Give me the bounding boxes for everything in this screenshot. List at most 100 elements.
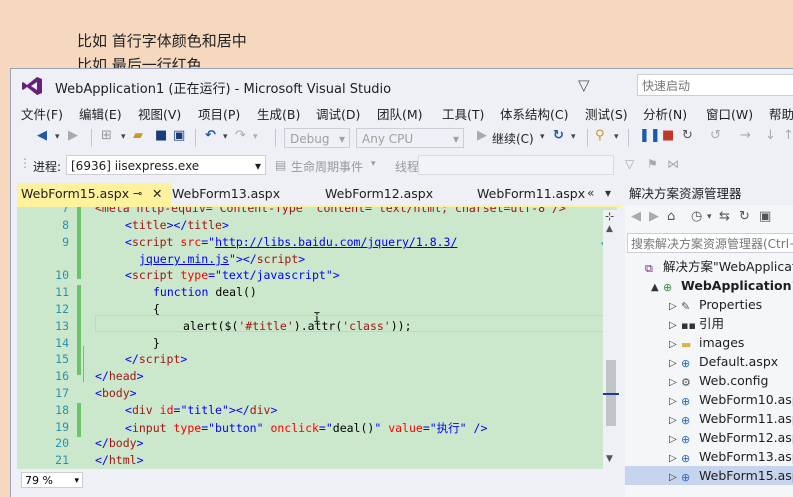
tab-webform11[interactable]: WebForm11.aspx xyxy=(477,183,585,205)
code-line-9-wrap: jquery.min.js"></script> xyxy=(139,252,306,266)
solution-tree-item[interactable]: ▷ ⚙ Web.config xyxy=(669,371,768,390)
refresh-icon[interactable]: ↻ xyxy=(739,209,750,224)
tab-webform12[interactable]: WebForm12.aspx xyxy=(325,183,433,205)
back-icon[interactable]: ◀ xyxy=(37,128,47,143)
continue-button[interactable]: 继续(C) xyxy=(492,130,534,147)
menu-file[interactable]: 文件(F) xyxy=(21,104,63,123)
new-dropdown-icon[interactable]: ▾ xyxy=(121,132,126,142)
forward-icon[interactable]: ▶ xyxy=(68,128,78,143)
platform-dropdown[interactable]: Any CPU ▾ xyxy=(356,128,464,148)
close-icon[interactable]: ✕ xyxy=(152,183,162,205)
step-over-icon[interactable]: ↓ xyxy=(765,128,776,143)
save-all-icon[interactable]: ▣ xyxy=(173,128,185,143)
step-into-icon[interactable]: → xyxy=(740,128,751,143)
solution-tree-item[interactable]: ⧉ 解决方案"WebApplicatio xyxy=(633,257,793,276)
solution-tree-item[interactable]: ▷⊕WebForm12.aspx xyxy=(669,428,793,447)
toolbar-grip-icon: ⋮ xyxy=(19,156,31,170)
zoom-dropdown[interactable]: 79 % ▾ xyxy=(21,472,83,488)
menu-project[interactable]: 项目(P) xyxy=(198,104,240,123)
pin-icon[interactable]: ⊸ xyxy=(133,183,142,205)
solution-search-input[interactable]: 搜索解决方案资源管理器(Ctrl+;) xyxy=(627,233,793,253)
feedback-filter-icon[interactable]: ▽ xyxy=(578,76,590,94)
history-icon[interactable]: ◷ xyxy=(691,209,702,224)
redo-dropdown-icon[interactable]: ▾ xyxy=(253,132,258,142)
back-dropdown-icon[interactable]: ▾ xyxy=(55,132,60,142)
continue-dropdown-icon[interactable]: ▾ xyxy=(540,132,545,142)
solution-tree-item[interactable]: ▷ ⊕ Default.aspx xyxy=(669,352,778,371)
collapsed-arrow-icon[interactable]: ▷ xyxy=(669,468,681,487)
solution-tree-item[interactable]: ▷ ▪▪ 引用 xyxy=(669,314,724,333)
back-icon[interactable]: ◀ xyxy=(631,209,641,224)
process-dropdown[interactable]: [6936] iisexpress.exe ▾ xyxy=(66,155,266,175)
change-marker xyxy=(77,207,81,279)
menu-analyze[interactable]: 分析(N) xyxy=(643,104,687,123)
menu-debug[interactable]: 调试(D) xyxy=(316,104,360,123)
lifecycle-dropdown-icon[interactable]: ▾ xyxy=(371,159,376,169)
solution-tree-item[interactable]: ▷⊕WebForm10.aspx xyxy=(669,390,793,409)
stop-icon[interactable]: ■ xyxy=(662,128,674,143)
split-icon[interactable]: ⊹ xyxy=(605,210,614,223)
solution-tree-item-label: Properties xyxy=(699,297,763,312)
scroll-up-icon[interactable]: ▲ xyxy=(606,224,613,234)
redo-icon[interactable]: ↷ xyxy=(235,128,246,143)
solution-tree-item[interactable]: ▲ ⊕ WebApplication1 xyxy=(651,276,793,295)
menu-team[interactable]: 团队(M) xyxy=(377,104,423,123)
forward-icon[interactable]: ▶ xyxy=(649,209,659,224)
save-icon[interactable]: ■ xyxy=(155,128,167,143)
chevron-down-icon: ▾ xyxy=(338,132,345,146)
quick-launch-input[interactable]: 快速启动 xyxy=(637,74,793,96)
solution-tree-item[interactable]: ▷⊕WebForm13.aspx xyxy=(669,447,793,466)
collapse-all-icon[interactable]: ▣ xyxy=(759,209,771,224)
home-icon[interactable]: ⌂ xyxy=(667,209,675,224)
undo-dropdown-icon[interactable]: ▾ xyxy=(223,132,228,142)
new-project-icon[interactable]: ⊞ xyxy=(101,128,112,143)
continue-icon[interactable]: ▶ xyxy=(477,128,487,143)
step-out-icon[interactable]: ↑ xyxy=(783,128,793,143)
lifecycle-events-button[interactable]: 生命周期事件 xyxy=(291,158,363,175)
aspx-file-icon: ⊕ xyxy=(681,414,691,427)
pause-icon[interactable]: ❚❚ xyxy=(639,128,661,143)
menu-window[interactable]: 窗口(W) xyxy=(706,104,753,123)
config-dropdown[interactable]: Debug ▾ xyxy=(284,128,350,148)
line-number: 15 xyxy=(55,352,69,366)
stack-frame-icon[interactable]: ⋈ xyxy=(667,157,679,171)
expanded-arrow-icon[interactable]: ▲ xyxy=(651,278,663,297)
sync-icon[interactable]: ⇆ xyxy=(719,209,730,224)
solution-tree-item[interactable]: ▷ ✎ Properties xyxy=(669,295,762,314)
menu-edit[interactable]: 编辑(E) xyxy=(79,104,122,123)
show-next-statement-icon[interactable]: ↺ xyxy=(710,128,721,143)
editor-vertical-scrollbar[interactable]: ⊹ ▲ ▼ xyxy=(603,210,619,469)
solution-tree-item[interactable]: ▷⊕WebForm11.aspx xyxy=(669,409,793,428)
tab-webform15[interactable]: WebForm15.aspx ⊸ ✕ xyxy=(17,183,172,205)
menu-architecture[interactable]: 体系结构(C) xyxy=(500,104,568,123)
menu-tools[interactable]: 工具(T) xyxy=(442,104,484,123)
line-number: 19 xyxy=(55,420,69,434)
find-dropdown-icon[interactable]: ▾ xyxy=(614,132,619,142)
menu-test[interactable]: 测试(S) xyxy=(585,104,628,123)
flag-filter-icon[interactable]: ▽ xyxy=(625,157,634,171)
undo-icon[interactable]: ↶ xyxy=(205,128,216,143)
refresh-icon[interactable]: ↻ xyxy=(553,128,564,143)
solution-tree-item[interactable]: ▷ ▬ images xyxy=(669,333,744,352)
menu-build[interactable]: 生成(B) xyxy=(257,104,300,123)
scroll-down-icon[interactable]: ▼ xyxy=(606,454,613,464)
find-icon[interactable]: ⚲ xyxy=(595,128,605,143)
history-dropdown-icon[interactable]: ▾ xyxy=(707,212,712,222)
tab-webform13[interactable]: WebForm13.aspx xyxy=(172,183,280,205)
restart-icon[interactable]: ↻ xyxy=(682,128,693,143)
menu-view[interactable]: 视图(V) xyxy=(138,104,181,123)
chevron-down-icon: ▾ xyxy=(452,132,459,146)
solution-tree-item[interactable]: ▷⊕ WebForm15.aspx xyxy=(625,466,793,485)
menu-help[interactable]: 帮助 xyxy=(769,104,793,123)
tab-overflow-icon[interactable]: « xyxy=(587,186,594,200)
menu-bar: 文件(F) 编辑(E) 视图(V) 项目(P) 生成(B) 调试(D) 团队(M… xyxy=(11,101,793,123)
flag-threads-icon[interactable]: ⚑ xyxy=(647,157,658,171)
code-editor[interactable]: 7 8 9 10 11 12 13 14 15 16 17 18 19 20 2… xyxy=(17,207,617,469)
open-folder-icon[interactable]: ▰ xyxy=(133,128,143,143)
tab-list-dropdown-icon[interactable]: ▾ xyxy=(605,186,611,200)
code-line-19: <input type="button" onclick="deal()" va… xyxy=(125,421,488,435)
solution-tree-item-label: WebForm11.aspx xyxy=(699,411,793,426)
thread-dropdown[interactable] xyxy=(418,155,614,175)
chevron-down-icon: ▾ xyxy=(254,159,261,173)
refresh-dropdown-icon[interactable]: ▾ xyxy=(571,132,576,142)
